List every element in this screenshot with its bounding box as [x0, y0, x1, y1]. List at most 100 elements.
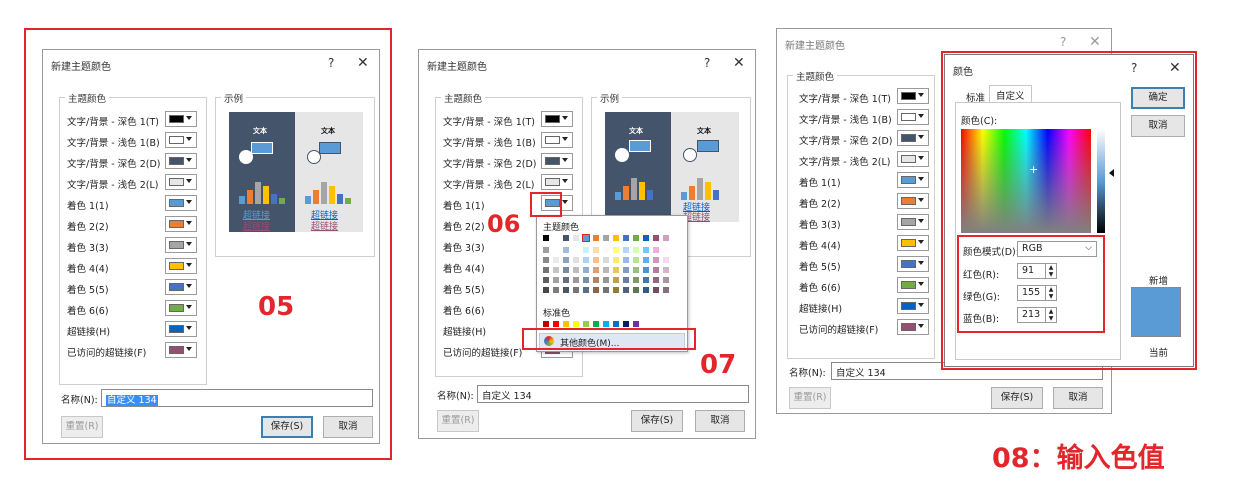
color-cell[interactable] — [623, 277, 629, 283]
theme-color-button[interactable] — [897, 130, 929, 146]
color-cell[interactable] — [583, 257, 589, 263]
tab-standard[interactable]: 标准 — [959, 87, 993, 104]
color-cell[interactable] — [563, 277, 569, 283]
theme-color-button[interactable] — [897, 151, 929, 167]
color-cell[interactable] — [543, 267, 549, 273]
color-cell[interactable] — [573, 235, 579, 241]
color-cell[interactable] — [633, 287, 639, 293]
red-spinner[interactable]: ▲ ▼ — [1045, 263, 1057, 279]
color-cell[interactable] — [593, 257, 599, 263]
theme-color-button[interactable] — [897, 298, 929, 314]
color-cell[interactable] — [573, 247, 579, 253]
color-cell[interactable] — [543, 247, 549, 253]
theme-color-button[interactable] — [897, 172, 929, 188]
theme-color-button[interactable] — [165, 153, 197, 169]
green-spinner[interactable]: ▲ ▼ — [1045, 285, 1057, 301]
color-cell[interactable] — [573, 277, 579, 283]
color-cell[interactable] — [553, 277, 559, 283]
color-cell[interactable] — [663, 287, 669, 293]
color-cell[interactable] — [573, 287, 579, 293]
color-cell[interactable] — [623, 287, 629, 293]
standard-color-cell[interactable] — [543, 321, 549, 327]
color-cell[interactable] — [663, 257, 669, 263]
color-cell[interactable] — [613, 267, 619, 273]
color-cell[interactable] — [643, 247, 649, 253]
save-button-2[interactable]: 保存(S) — [631, 410, 683, 432]
theme-color-button[interactable] — [897, 319, 929, 335]
color-cell[interactable] — [633, 257, 639, 263]
color-cell[interactable] — [623, 235, 629, 241]
standard-color-cell[interactable] — [573, 321, 579, 327]
save-button[interactable]: 保存(S) — [261, 416, 313, 438]
color-cell[interactable] — [653, 277, 659, 283]
color-cell[interactable] — [563, 247, 569, 253]
theme-color-button[interactable] — [165, 321, 197, 337]
color-cell[interactable] — [603, 235, 609, 241]
theme-color-button[interactable] — [165, 279, 197, 295]
color-cell[interactable] — [583, 287, 589, 293]
color-cell[interactable] — [633, 267, 639, 273]
color-cell[interactable] — [633, 247, 639, 253]
color-cell[interactable] — [583, 247, 589, 253]
luminance-pointer-icon[interactable] — [1109, 169, 1114, 177]
color-cell[interactable] — [663, 277, 669, 283]
theme-color-button[interactable] — [541, 111, 573, 127]
theme-color-button[interactable] — [897, 235, 929, 251]
color-cell[interactable] — [543, 287, 549, 293]
picker-cancel-button[interactable]: 取消 — [1131, 115, 1185, 137]
theme-color-button[interactable] — [541, 174, 573, 190]
save-button-3[interactable]: 保存(S) — [991, 387, 1043, 409]
theme-color-button[interactable] — [165, 216, 197, 232]
color-cell[interactable] — [583, 277, 589, 283]
theme-color-button[interactable] — [541, 132, 573, 148]
color-cell[interactable] — [643, 267, 649, 273]
color-cell[interactable] — [603, 287, 609, 293]
color-cell[interactable] — [643, 235, 649, 241]
theme-color-button[interactable] — [165, 300, 197, 316]
standard-color-cell[interactable] — [563, 321, 569, 327]
color-cell[interactable] — [663, 267, 669, 273]
standard-color-cell[interactable] — [613, 321, 619, 327]
standard-color-cell[interactable] — [603, 321, 609, 327]
color-cell[interactable] — [663, 247, 669, 253]
theme-color-button[interactable] — [165, 195, 197, 211]
color-cell[interactable] — [613, 235, 619, 241]
color-cell[interactable] — [653, 247, 659, 253]
help-button-3[interactable]: ? — [1060, 35, 1066, 49]
theme-color-button[interactable] — [165, 132, 197, 148]
color-cell[interactable] — [593, 277, 599, 283]
color-cell[interactable] — [553, 267, 559, 273]
color-cell[interactable] — [553, 235, 559, 241]
help-button[interactable]: ? — [328, 56, 334, 70]
theme-color-button[interactable] — [541, 153, 573, 169]
color-cell[interactable] — [603, 247, 609, 253]
color-cell[interactable] — [603, 257, 609, 263]
standard-color-cell[interactable] — [593, 321, 599, 327]
cancel-button[interactable]: 取消 — [323, 416, 373, 438]
theme-color-button[interactable] — [165, 174, 197, 190]
color-cell[interactable] — [563, 287, 569, 293]
theme-color-button[interactable] — [897, 88, 929, 104]
color-cell[interactable] — [613, 287, 619, 293]
theme-color-button[interactable] — [897, 256, 929, 272]
color-cell[interactable] — [593, 235, 599, 241]
color-cell[interactable] — [593, 247, 599, 253]
color-cell[interactable] — [613, 257, 619, 263]
color-cell[interactable] — [643, 277, 649, 283]
color-cell[interactable] — [553, 287, 559, 293]
color-cell[interactable] — [643, 287, 649, 293]
reset-button-2[interactable]: 重置(R) — [437, 410, 479, 432]
theme-color-button[interactable] — [165, 237, 197, 253]
color-cell[interactable] — [553, 247, 559, 253]
color-cell[interactable] — [603, 267, 609, 273]
name-input[interactable]: 自定义 134 — [101, 389, 373, 407]
cancel-button-2[interactable]: 取消 — [695, 410, 745, 432]
help-button-2[interactable]: ? — [704, 56, 710, 70]
close-icon[interactable]: ✕ — [357, 55, 369, 71]
reset-button-3[interactable]: 重置(R) — [789, 387, 831, 409]
color-cell[interactable] — [593, 287, 599, 293]
tab-custom[interactable]: 自定义 — [989, 85, 1032, 103]
theme-color-button[interactable] — [897, 109, 929, 125]
color-cell[interactable] — [613, 277, 619, 283]
standard-color-cell[interactable] — [633, 321, 639, 327]
